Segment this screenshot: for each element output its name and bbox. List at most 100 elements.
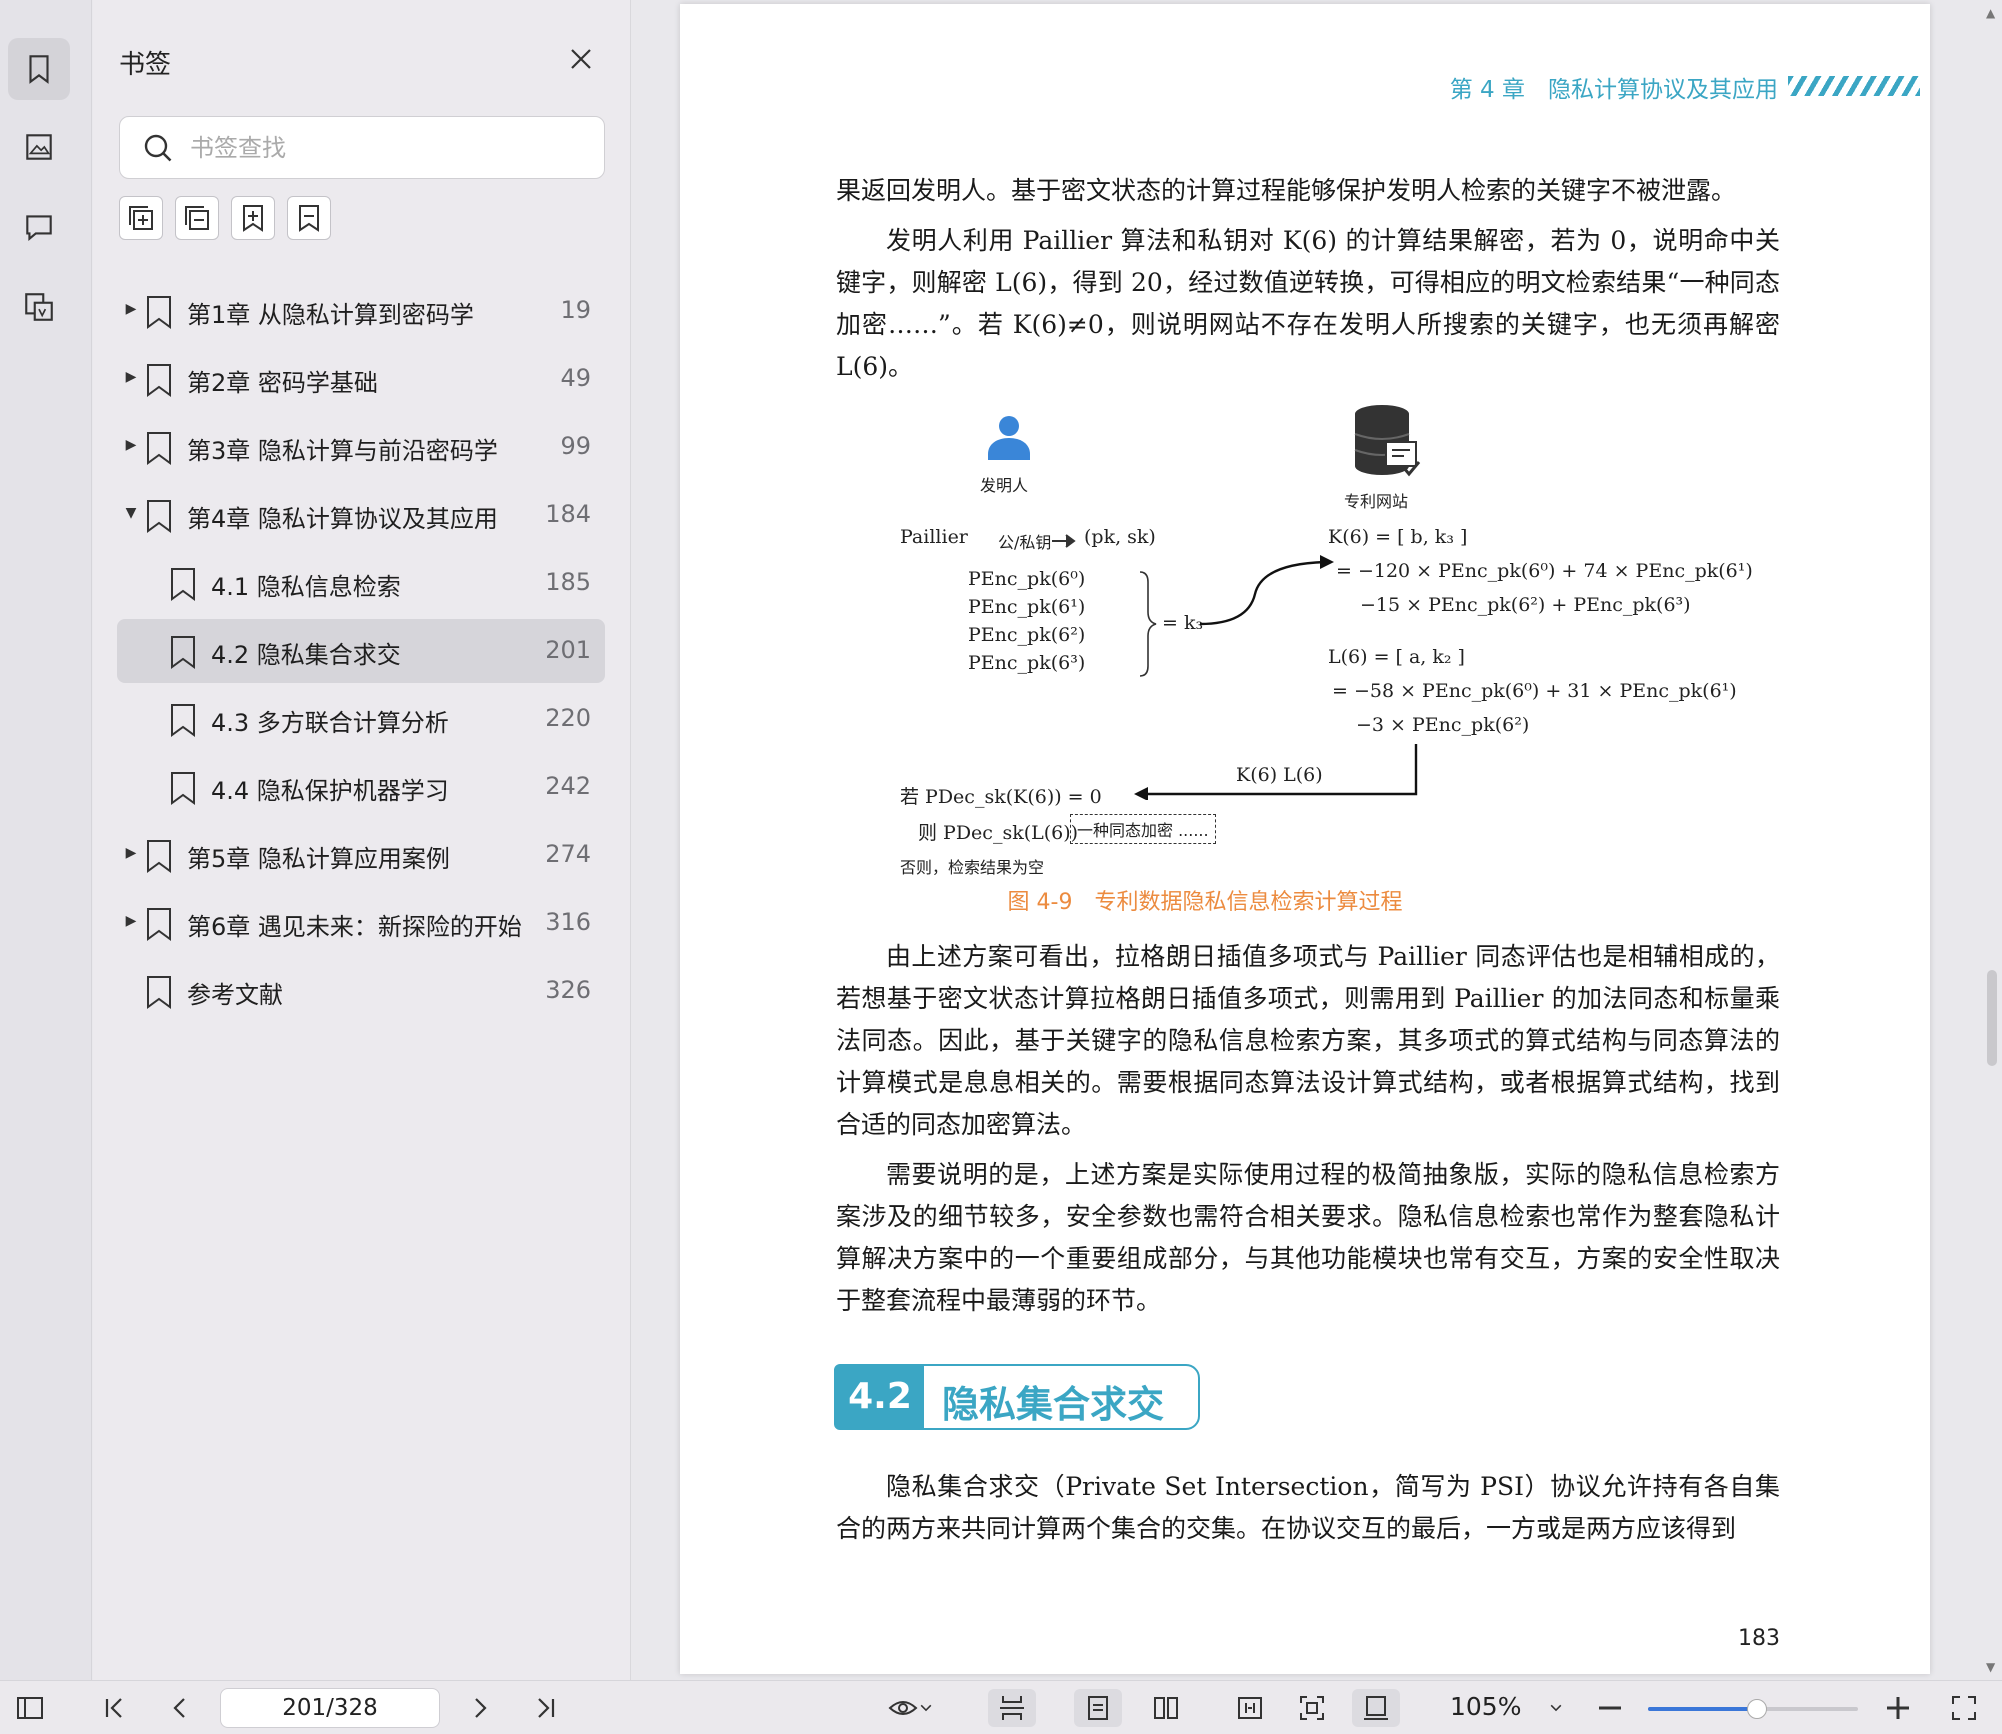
caret-down-icon[interactable]: ▼	[123, 505, 139, 521]
continuous-page-icon	[1000, 1696, 1024, 1720]
bookmark-label: 第5章 隐私计算应用案例	[187, 845, 450, 873]
thumbnails-tab-button[interactable]	[8, 116, 70, 178]
zoom-slider-handle[interactable]	[1747, 1699, 1768, 1719]
running-head: 第 4 章 隐私计算协议及其应用	[1449, 77, 1778, 103]
vertical-scrollbar[interactable]: ▲ ▼	[1982, 0, 2002, 1680]
scroll-down-icon[interactable]: ▼	[1986, 1660, 1995, 1674]
search-icon	[144, 134, 172, 162]
zoom-out-button[interactable]	[1594, 1689, 1626, 1727]
add-bookmark-button[interactable]	[231, 196, 275, 240]
section-title: 隐私集合求交	[942, 1383, 1164, 1426]
bookmark-item[interactable]: 4.1 隐私信息检索 185	[117, 551, 605, 615]
bookmark-label: 参考文献	[187, 981, 283, 1009]
result-box: 一种同态加密 ......	[1070, 814, 1216, 844]
bookmarks-tab-button[interactable]	[8, 38, 70, 100]
double-page-button[interactable]	[1142, 1689, 1190, 1727]
fullscreen-button[interactable]	[1946, 1689, 1982, 1727]
l6-line: L(6) = [ a, k₂ ]	[1328, 646, 1465, 668]
paragraph: 需要说明的是，上述方案是实际使用过程的极简抽象版，实际的隐私信息检索方案涉及的细…	[836, 1160, 1780, 1315]
single-page-button[interactable]	[1074, 1689, 1122, 1727]
bookmark-item[interactable]: ▶ 第5章 隐私计算应用案例 274	[117, 823, 605, 887]
bookmark-icon	[29, 55, 49, 84]
caret-right-icon[interactable]: ▶	[123, 369, 139, 385]
sidebar-icon	[17, 1697, 43, 1719]
close-icon	[571, 49, 591, 69]
close-panel-button[interactable]	[566, 44, 596, 74]
bookmark-icon	[147, 296, 171, 329]
website-label: 专利网站	[1344, 492, 1409, 511]
bookmark-search-input[interactable]	[190, 127, 590, 169]
penc-item: PEnc_pk(6¹)	[968, 596, 1086, 618]
attachments-tab-button[interactable]	[8, 276, 70, 338]
bookmark-page-number: 185	[545, 568, 591, 596]
bookmark-page-number: 201	[545, 636, 591, 664]
continuous-scroll-button[interactable]	[988, 1689, 1036, 1727]
bookmark-item[interactable]: ▶ 第2章 密码学基础 49	[117, 347, 605, 411]
bookmark-icon	[299, 205, 319, 232]
bookmark-item[interactable]: 参考文献 326	[117, 959, 605, 1023]
fit-page-icon	[1300, 1696, 1324, 1720]
bookmark-label: 第6章 遇见未来：新探险的开始	[187, 913, 522, 941]
caret-right-icon[interactable]: ▶	[123, 845, 139, 861]
collapse-all-button[interactable]	[175, 196, 219, 240]
last-page-button[interactable]	[528, 1689, 564, 1727]
scrollbar-thumb[interactable]	[1987, 970, 1997, 1066]
curved-arrow-icon	[1200, 555, 1334, 626]
fit-width-button[interactable]	[1226, 1689, 1274, 1727]
first-page-icon	[105, 1698, 122, 1718]
sidebar-rail	[0, 0, 92, 1680]
zoom-slider[interactable]	[1648, 1699, 1858, 1719]
bookmark-item[interactable]: 4.3 多方联合计算分析 220	[117, 687, 605, 751]
l6-line: = −58 × PEnc_pk(6⁰) + 31 × PEnc_pk(6¹)	[1332, 680, 1737, 702]
if-line: 若 PDec_sk(K(6)) = 0	[900, 786, 1102, 808]
caret-right-icon[interactable]: ▶	[123, 301, 139, 317]
bookmark-item[interactable]: 4.4 隐私保护机器学习 242	[117, 755, 605, 819]
bookmark-item[interactable]: ▼ 第4章 隐私计算协议及其应用 184	[117, 483, 605, 547]
else-line: 否则，检索结果为空	[900, 858, 1045, 877]
bookmark-item[interactable]: 4.2 隐私集合求交 201	[117, 619, 605, 683]
keygen-arrow-label: 公/私钥	[998, 533, 1052, 552]
bookmark-item[interactable]: ▶ 第1章 从隐私计算到密码学 19	[117, 279, 605, 343]
zoom-in-button[interactable]	[1882, 1689, 1914, 1727]
image-icon	[26, 134, 52, 160]
fit-page-button[interactable]	[1288, 1689, 1336, 1727]
brace-icon	[1139, 571, 1157, 677]
comments-tab-button[interactable]	[8, 196, 70, 258]
bookmark-page-button[interactable]	[287, 196, 331, 240]
bookmark-page-number: 49	[560, 364, 591, 392]
bookmark-icon	[171, 568, 195, 601]
previous-page-button[interactable]	[162, 1689, 198, 1727]
bookmark-page-number: 19	[560, 296, 591, 324]
bookmark-page-number: 99	[560, 432, 591, 460]
expand-all-icon	[129, 206, 153, 230]
page-number-input[interactable]: 201/328	[220, 1688, 440, 1728]
bookmark-icon	[147, 500, 171, 533]
bookmark-item[interactable]: ▶ 第6章 遇见未来：新探险的开始 316	[117, 891, 605, 955]
zoom-dropdown-button[interactable]	[1540, 1689, 1572, 1727]
bookmark-icon	[171, 704, 195, 737]
return-label: K(6) L(6)	[1236, 764, 1323, 786]
next-page-button[interactable]	[462, 1689, 498, 1727]
eye-icon	[888, 1701, 918, 1715]
database-icon	[1354, 405, 1421, 477]
caret-right-icon[interactable]: ▶	[123, 913, 139, 929]
penc-item: PEnc_pk(6²)	[968, 624, 1086, 646]
actual-size-button[interactable]	[1352, 1689, 1400, 1727]
expand-all-button[interactable]	[119, 196, 163, 240]
running-head-decoration	[1788, 76, 1920, 96]
bookmark-item[interactable]: ▶ 第3章 隐私计算与前沿密码学 99	[117, 415, 605, 479]
zoom-level[interactable]: 105%	[1450, 1692, 1521, 1721]
paragraph: 隐私集合求交（Private Set Intersection，简写为 PSI）…	[836, 1472, 1780, 1543]
scroll-up-icon[interactable]: ▲	[1986, 6, 1995, 20]
bottom-toolbar: 201/328 105%	[0, 1680, 2002, 1734]
toggle-sidebar-button[interactable]	[12, 1689, 48, 1727]
bookmark-panel: 书签 ▶ 第1章 从隐私计算到密码学 19 ▶ 第2章 密码学基础 49 ▶ 第3章 隐私计算…	[93, 0, 631, 1680]
bookmark-label: 第3章 隐私计算与前沿密码学	[187, 437, 498, 465]
single-page-icon	[1088, 1696, 1108, 1720]
chevron-down-icon	[920, 1704, 932, 1712]
l6-line: −3 × PEnc_pk(6²)	[1356, 714, 1530, 736]
view-mode-button[interactable]	[880, 1689, 942, 1727]
document-viewport[interactable]: 第 4 章 隐私计算协议及其应用 果返回发明人。基于密文状态的计算过程能够保护发…	[632, 0, 1982, 1680]
caret-right-icon[interactable]: ▶	[123, 437, 139, 453]
first-page-button[interactable]	[96, 1689, 132, 1727]
